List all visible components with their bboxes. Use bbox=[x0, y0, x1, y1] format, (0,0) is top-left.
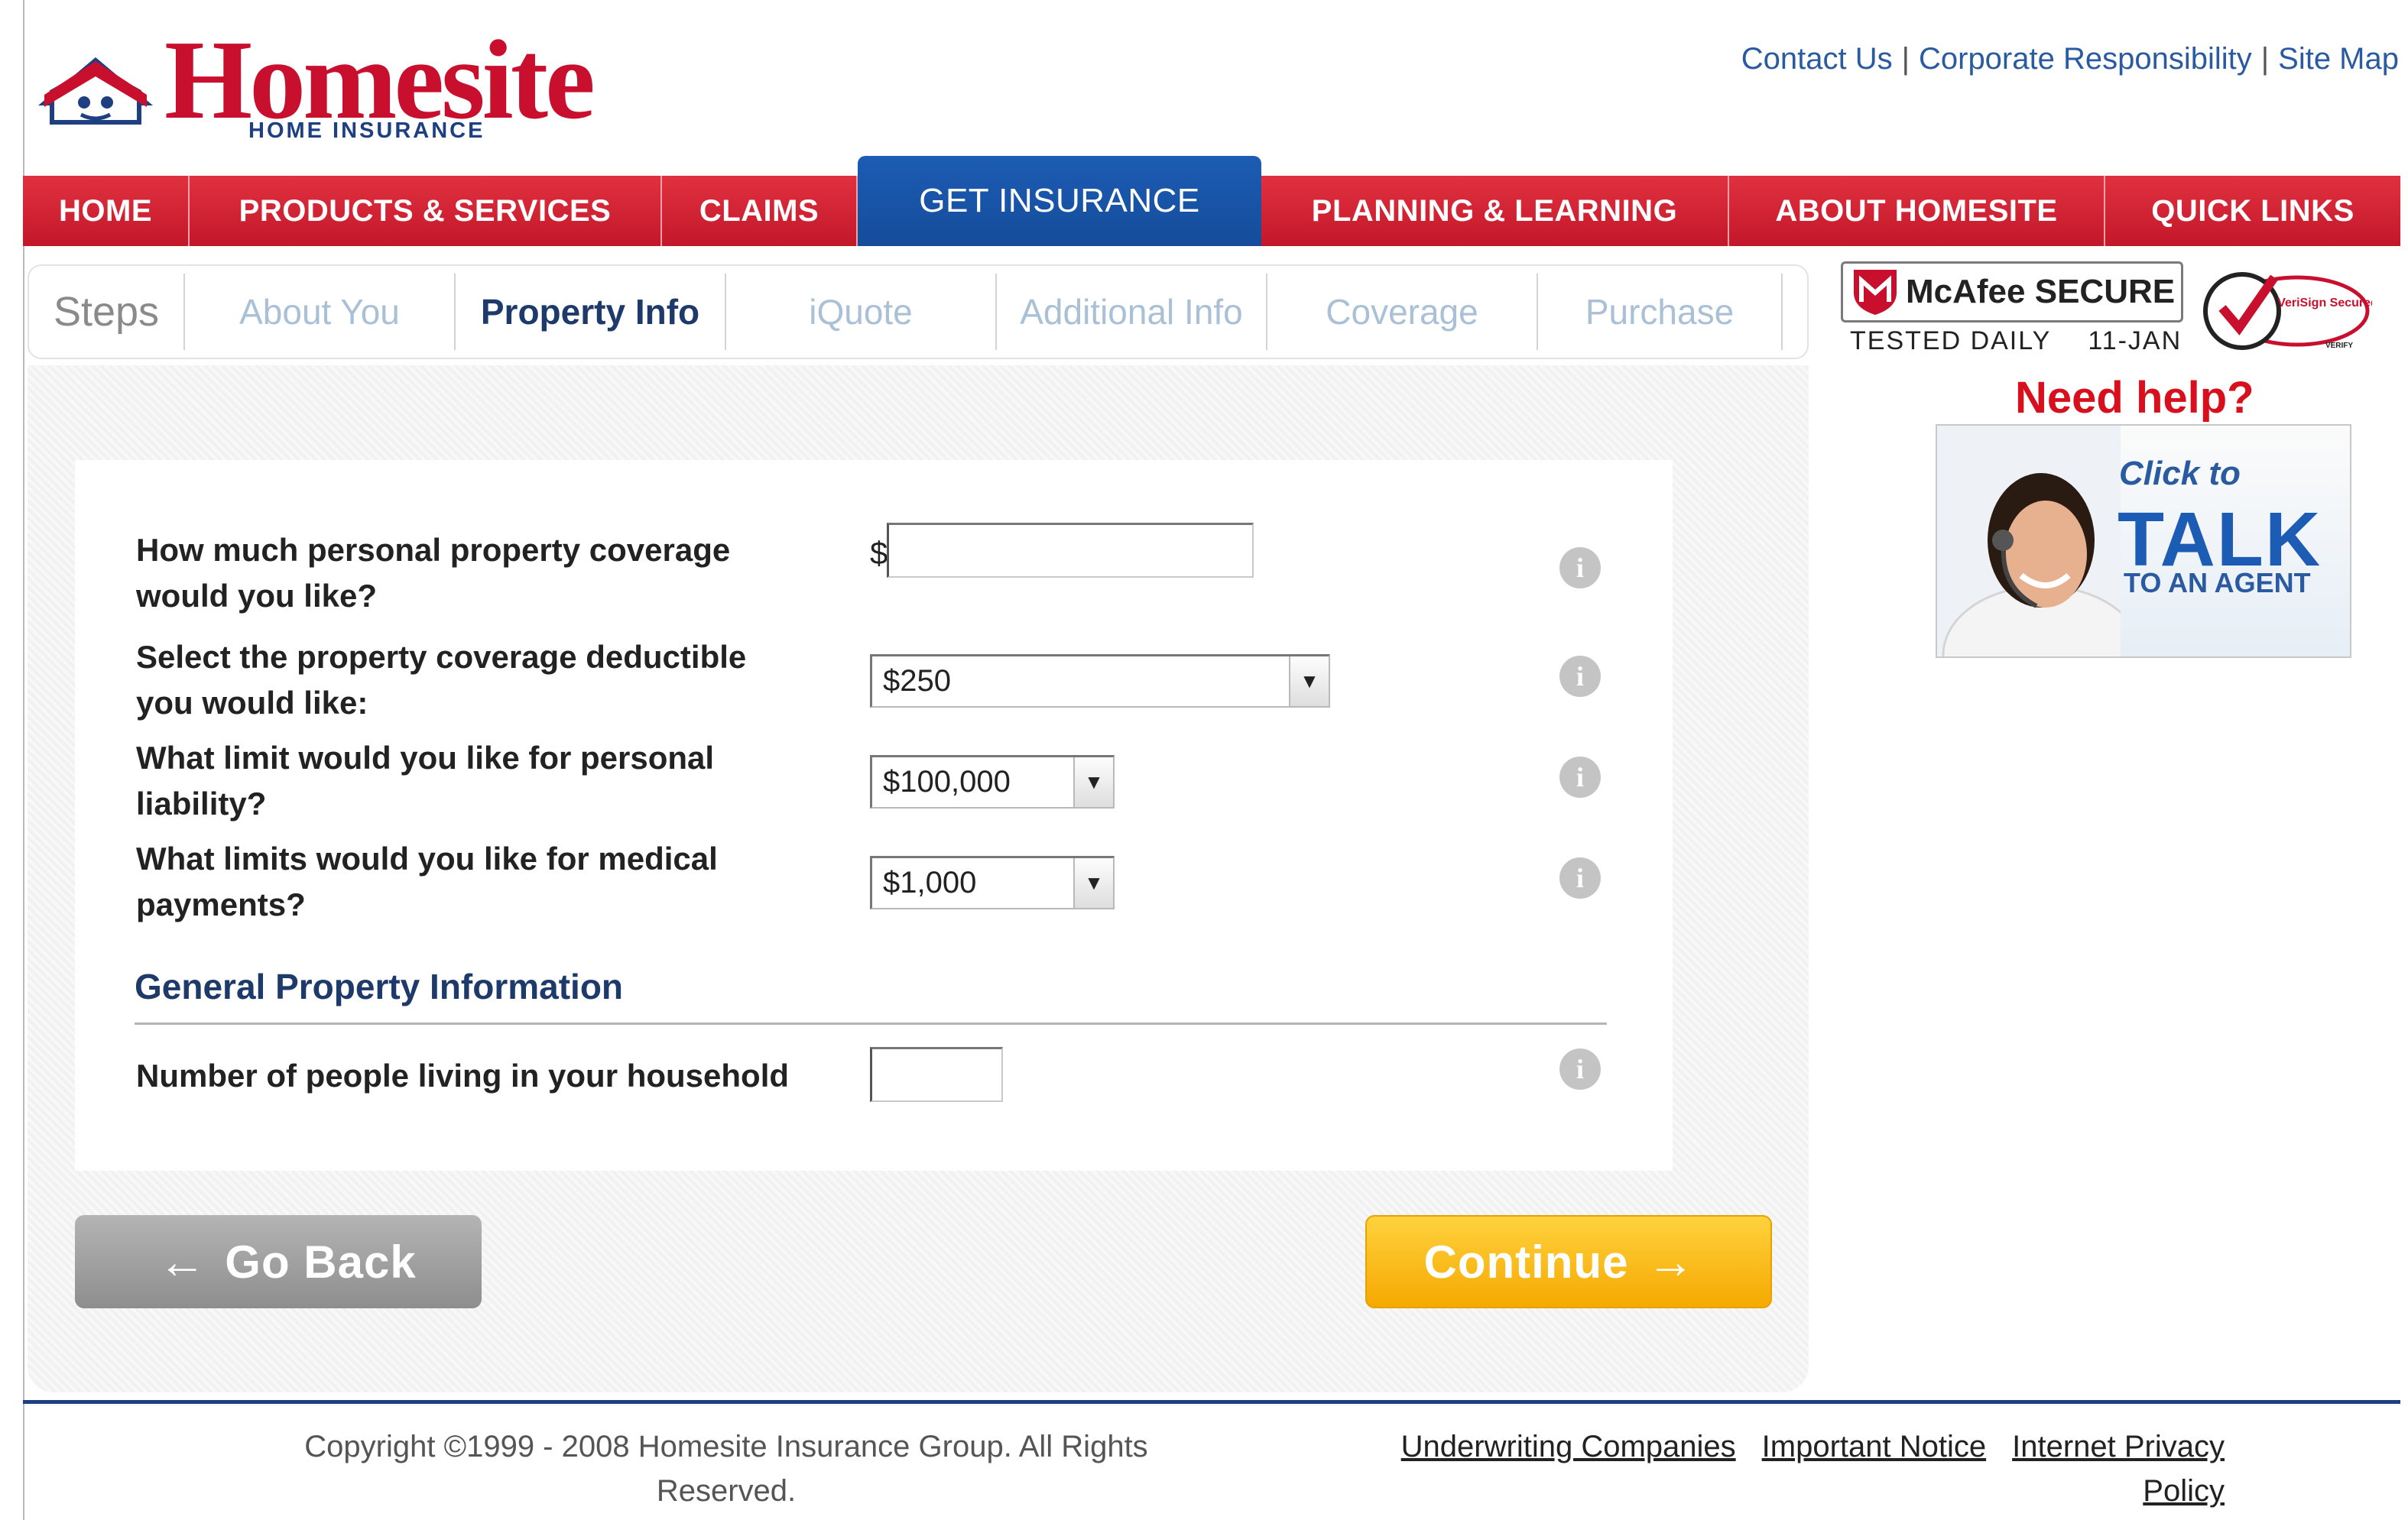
step-iquote: iQuote bbox=[726, 274, 997, 350]
nav-quick-links[interactable]: QUICK LINKS bbox=[2105, 176, 2400, 246]
step-about-you[interactable]: About You bbox=[185, 274, 456, 350]
section-divider bbox=[135, 1023, 1607, 1025]
internet-privacy-policy-link[interactable]: Internet Privacy Policy bbox=[2012, 1430, 2225, 1508]
go-back-label: Go Back bbox=[225, 1236, 417, 1288]
homesite-logo[interactable]: Homesite HOME INSURANCE bbox=[31, 23, 596, 153]
mcafee-secure-badge[interactable]: McAfee SECURE TESTED DAILY 11-JAN bbox=[1841, 261, 2183, 361]
mcafee-brand: McAfee SECURE bbox=[1906, 273, 2176, 310]
verisign-secured-badge[interactable]: VeriSign Secured VERIFY bbox=[2198, 264, 2372, 355]
liability-value: $100,000 bbox=[883, 765, 1011, 799]
talk-to-agent-banner[interactable]: Click to TALK TO AN AGENT bbox=[1936, 424, 2351, 658]
mcafee-tested: TESTED DAILY 11-JAN bbox=[1850, 326, 2182, 355]
mcafee-shield-icon bbox=[1854, 270, 1897, 315]
agent-click-to: Click to bbox=[2119, 455, 2241, 492]
nav-home[interactable]: HOME bbox=[23, 176, 190, 246]
logo-tagline: HOME INSURANCE bbox=[248, 118, 485, 143]
q-medical-payments-label: What limits would you like for medical p… bbox=[136, 841, 718, 922]
arrow-left-icon: ← bbox=[158, 1235, 207, 1288]
currency-prefix: $ bbox=[870, 535, 888, 571]
chevron-down-icon: ▼ bbox=[1289, 656, 1329, 706]
nav-claims[interactable]: CLAIMS bbox=[662, 176, 858, 246]
liability-limit-select[interactable]: $100,000 ▼ bbox=[870, 755, 1115, 809]
info-icon[interactable]: i bbox=[1559, 547, 1601, 588]
nav-products-services[interactable]: PRODUCTS & SERVICES bbox=[190, 176, 662, 246]
verisign-sub: VERIFY bbox=[2325, 342, 2353, 350]
q-personal-property-label: How much personal property coverage woul… bbox=[136, 532, 731, 614]
step-purchase: Purchase bbox=[1538, 274, 1783, 350]
nav-get-insurance[interactable]: GET INSURANCE bbox=[858, 156, 1261, 246]
info-icon[interactable]: i bbox=[1559, 1048, 1601, 1090]
house-mascot-icon bbox=[38, 57, 153, 125]
continue-button[interactable]: Continue → bbox=[1365, 1215, 1772, 1308]
progress-steps: Steps About You Property Info iQuote Add… bbox=[28, 264, 1809, 359]
need-help-title: Need help? bbox=[2015, 373, 2254, 423]
agent-photo-icon bbox=[1937, 426, 2121, 656]
arrow-right-icon: → bbox=[1647, 1235, 1696, 1288]
top-links: Contact Us | Corporate Responsibility | Site… bbox=[1741, 42, 2399, 76]
q-liability-label: What limit would you like for personal l… bbox=[136, 740, 715, 822]
general-property-section-title: General Property Information bbox=[135, 967, 624, 1006]
personal-property-coverage-input[interactable] bbox=[887, 523, 1254, 578]
corporate-responsibility-link[interactable]: Corporate Responsibility bbox=[1919, 42, 2252, 76]
footer-divider bbox=[23, 1400, 2400, 1404]
deductible-select[interactable]: $250 ▼ bbox=[870, 654, 1330, 708]
agent-to-an-agent: TO AN AGENT bbox=[2124, 567, 2311, 598]
info-icon[interactable]: i bbox=[1559, 656, 1601, 697]
mcafee-date: 11-JAN bbox=[2088, 326, 2182, 355]
nav-planning-learning[interactable]: PLANNING & LEARNING bbox=[1261, 176, 1729, 246]
medical-payments-select[interactable]: $1,000 ▼ bbox=[870, 856, 1115, 909]
footer-links: Underwriting Companies Important Notice In… bbox=[1345, 1424, 2225, 1513]
deductible-value: $250 bbox=[883, 664, 951, 698]
chevron-down-icon: ▼ bbox=[1073, 757, 1113, 807]
important-notice-link[interactable]: Important Notice bbox=[1762, 1430, 1986, 1463]
step-additional-info: Additional Info bbox=[997, 274, 1267, 350]
step-coverage: Coverage bbox=[1267, 274, 1538, 350]
medical-payments-value: $1,000 bbox=[883, 866, 977, 899]
steps-label: Steps bbox=[29, 274, 185, 350]
q-household-size-label: Number of people living in your househol… bbox=[136, 1058, 790, 1094]
site-map-link[interactable]: Site Map bbox=[2278, 42, 2399, 76]
copyright-text: Copyright ©1999 - 2008 Homesite Insuranc… bbox=[304, 1430, 1148, 1508]
go-back-button[interactable]: ← Go Back bbox=[75, 1215, 482, 1308]
main-nav: HOME PRODUCTS & SERVICES CLAIMS GET INSU… bbox=[23, 156, 2400, 246]
info-icon[interactable]: i bbox=[1559, 757, 1601, 798]
household-size-input[interactable] bbox=[870, 1047, 1003, 1102]
underwriting-companies-link[interactable]: Underwriting Companies bbox=[1401, 1430, 1736, 1463]
step-property-info: Property Info bbox=[456, 274, 726, 350]
contact-us-link[interactable]: Contact Us bbox=[1741, 42, 1893, 76]
info-icon[interactable]: i bbox=[1559, 857, 1601, 899]
chevron-down-icon: ▼ bbox=[1073, 858, 1113, 908]
nav-about-homesite[interactable]: ABOUT HOMESITE bbox=[1729, 176, 2105, 246]
continue-label: Continue bbox=[1423, 1236, 1629, 1288]
verisign-text: VeriSign Secured bbox=[2277, 297, 2372, 310]
q-deductible-label: Select the property coverage deductible … bbox=[136, 639, 747, 721]
